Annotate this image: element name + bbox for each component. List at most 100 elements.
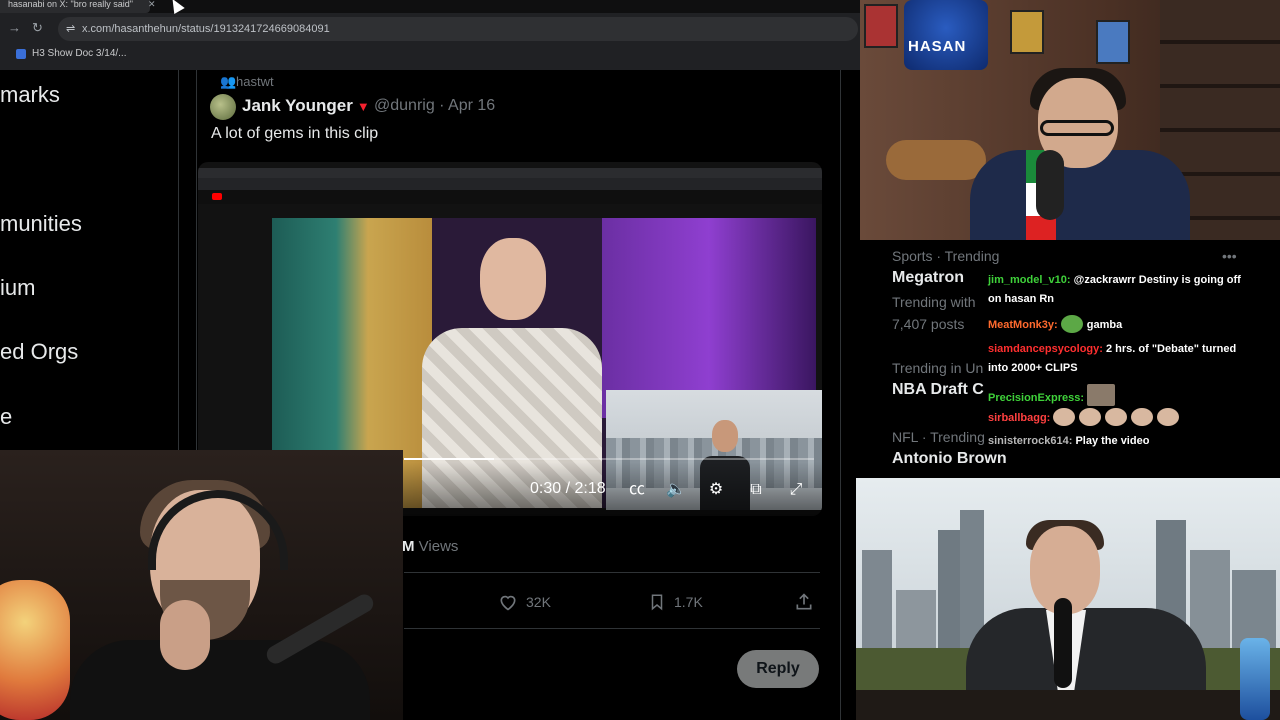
image-emote-icon: [1087, 384, 1116, 406]
webcam-streamer-left: [0, 450, 403, 720]
tab-title: hasanabi on X: "bro really said": [8, 0, 133, 9]
wall-poster: [1010, 10, 1044, 54]
face-emote-icon: [1053, 408, 1076, 426]
volume-icon[interactable]: 🔈: [665, 480, 687, 500]
chat-text: gamba: [1086, 319, 1123, 331]
plush-toy: [0, 580, 70, 720]
settings-gear-icon[interactable]: ⚙: [705, 480, 727, 500]
action-bar-divider: [404, 572, 820, 573]
action-bar-divider: [404, 628, 820, 629]
close-icon[interactable]: ✕: [148, 0, 156, 9]
glasses-icon: [1040, 120, 1114, 136]
sidebar-item-communities[interactable]: munities: [0, 211, 82, 237]
youtube-logo-icon: [212, 193, 222, 200]
address-bar[interactable]: ⇌ x.com/hasanthehun/status/1913241724669…: [58, 17, 858, 41]
column-divider: [840, 70, 841, 720]
author-avatar[interactable]: [210, 94, 236, 120]
share-button[interactable]: [794, 592, 822, 612]
chat-username: PrecisionExpress:: [988, 392, 1084, 404]
video-address-bar: [198, 178, 822, 190]
like-button[interactable]: 32K: [498, 592, 551, 612]
site-info-icon[interactable]: ⇌: [66, 22, 75, 35]
heart-badge-icon: ▼: [356, 99, 370, 114]
microphone-icon: [1054, 598, 1072, 688]
trend-category: NFL · Trending: [892, 429, 985, 445]
repost-user[interactable]: hastwt: [236, 74, 274, 89]
video-speaker-head: [480, 238, 546, 320]
captions-icon[interactable]: ㏄: [626, 480, 648, 500]
channel-logo: [904, 0, 988, 70]
post-text: A lot of gems in this clip: [211, 125, 379, 142]
desk: [856, 690, 1280, 720]
bookmark-h3-show-doc[interactable]: H3 Show Doc 3/14/...: [32, 48, 127, 59]
tab-strip: hasanabi on X: "bro really said" ✕: [0, 0, 860, 15]
trend-category: Trending in Un: [892, 360, 984, 376]
bookmark-icon: [651, 594, 663, 611]
bookmarks-bar: H3 Show Doc 3/14/...: [0, 45, 860, 63]
url-text: x.com/hasanthehun/status/191324172466908…: [82, 23, 330, 35]
chat-username: sinisterrock614:: [988, 435, 1073, 447]
browser-toolbar: → ↻ ⇌ x.com/hasanthehun/status/191324172…: [0, 13, 860, 43]
wall-poster: [1096, 20, 1130, 64]
pip-icon[interactable]: ⧉: [745, 480, 767, 500]
microphone-icon: [1036, 150, 1064, 220]
heart-icon: [500, 595, 516, 611]
water-bottle: [1240, 638, 1270, 720]
face-emote-icon: [1157, 408, 1180, 426]
like-count: 32K: [526, 594, 551, 610]
author-name[interactable]: Jank Younger ▼: [242, 96, 370, 116]
streamer-hand: [160, 600, 210, 670]
chat-message: siamdancepsycology: 2 hrs. of "Debate" t…: [988, 340, 1244, 378]
sidebar-item-premium[interactable]: ium: [0, 275, 35, 301]
stream-chat: jim_model_v10: @zackrawrr Destiny is goi…: [984, 268, 1246, 454]
video-progress-bar[interactable]: [404, 458, 814, 460]
wall-poster: [864, 4, 898, 48]
trend-context: Trending with: [892, 294, 976, 310]
browser-tab[interactable]: hasanabi on X: "bro really said": [0, 0, 150, 13]
trend-post-count: 7,407 posts: [892, 316, 965, 332]
chat-message: jim_model_v10: @zackrawrr Destiny is goi…: [988, 271, 1244, 309]
chat-message: MeatMonk3y: gamba: [988, 315, 1244, 335]
browser-chrome: hasanabi on X: "bro really said" ✕ → ↻ ⇌…: [0, 0, 860, 70]
view-count: M Views: [402, 538, 459, 555]
sidebar-item-profile[interactable]: e: [0, 404, 12, 430]
repost-indicator: 👥hastwt: [220, 74, 274, 90]
face-emote-icon: [1105, 408, 1128, 426]
trend-topic[interactable]: NBA Draft C: [892, 381, 984, 399]
video-inset-head: [712, 420, 738, 452]
trend-category: Sports · Trending: [892, 248, 1000, 264]
bookmark-icon: [16, 49, 26, 59]
pepe-emote-icon: [1060, 315, 1083, 333]
forward-icon[interactable]: →: [8, 20, 21, 35]
channel-logo-text: HASAN: [908, 38, 967, 55]
video-browser-tabs: [198, 168, 822, 178]
reload-icon[interactable]: ↻: [32, 20, 43, 36]
webcam-host-bottom-right: [856, 478, 1280, 720]
chat-text: Play the video: [1072, 435, 1150, 447]
streamer-shirt: [70, 640, 370, 720]
reply-button[interactable]: Reply: [737, 650, 819, 688]
sidebar-item-bookmarks[interactable]: marks: [0, 82, 60, 108]
skyline-building: [862, 550, 892, 660]
sidebar-divider: [178, 70, 179, 450]
chat-username: jim_model_v10:: [988, 274, 1071, 286]
face-emote-icon: [1131, 408, 1154, 426]
share-icon: [796, 593, 812, 610]
chat-username: sirballbagg:: [988, 412, 1051, 424]
person-icon: 👥: [220, 74, 237, 89]
face-emote-icon: [1079, 408, 1102, 426]
dog: [886, 140, 986, 180]
video-youtube-header: [198, 190, 822, 204]
chat-message: sirballbagg:: [988, 408, 1244, 428]
chat-message: sinisterrock614: Play the video: [988, 432, 1244, 451]
author-handle-date[interactable]: @dunrig · Apr 16: [374, 97, 495, 115]
video-time: 0:30 / 2:18: [530, 480, 606, 497]
fullscreen-icon[interactable]: ⤢: [785, 480, 807, 500]
trend-topic[interactable]: Megatron: [892, 269, 964, 287]
sidebar-item-verified-orgs[interactable]: ed Orgs: [0, 339, 78, 365]
mouse-cursor-icon: [167, 0, 185, 15]
webcam-streamer-top-right: HASAN: [860, 0, 1280, 240]
bookmark-button[interactable]: 1.7K: [648, 592, 703, 612]
chat-message: PrecisionExpress:: [988, 384, 1244, 408]
more-icon[interactable]: •••: [1222, 248, 1237, 264]
